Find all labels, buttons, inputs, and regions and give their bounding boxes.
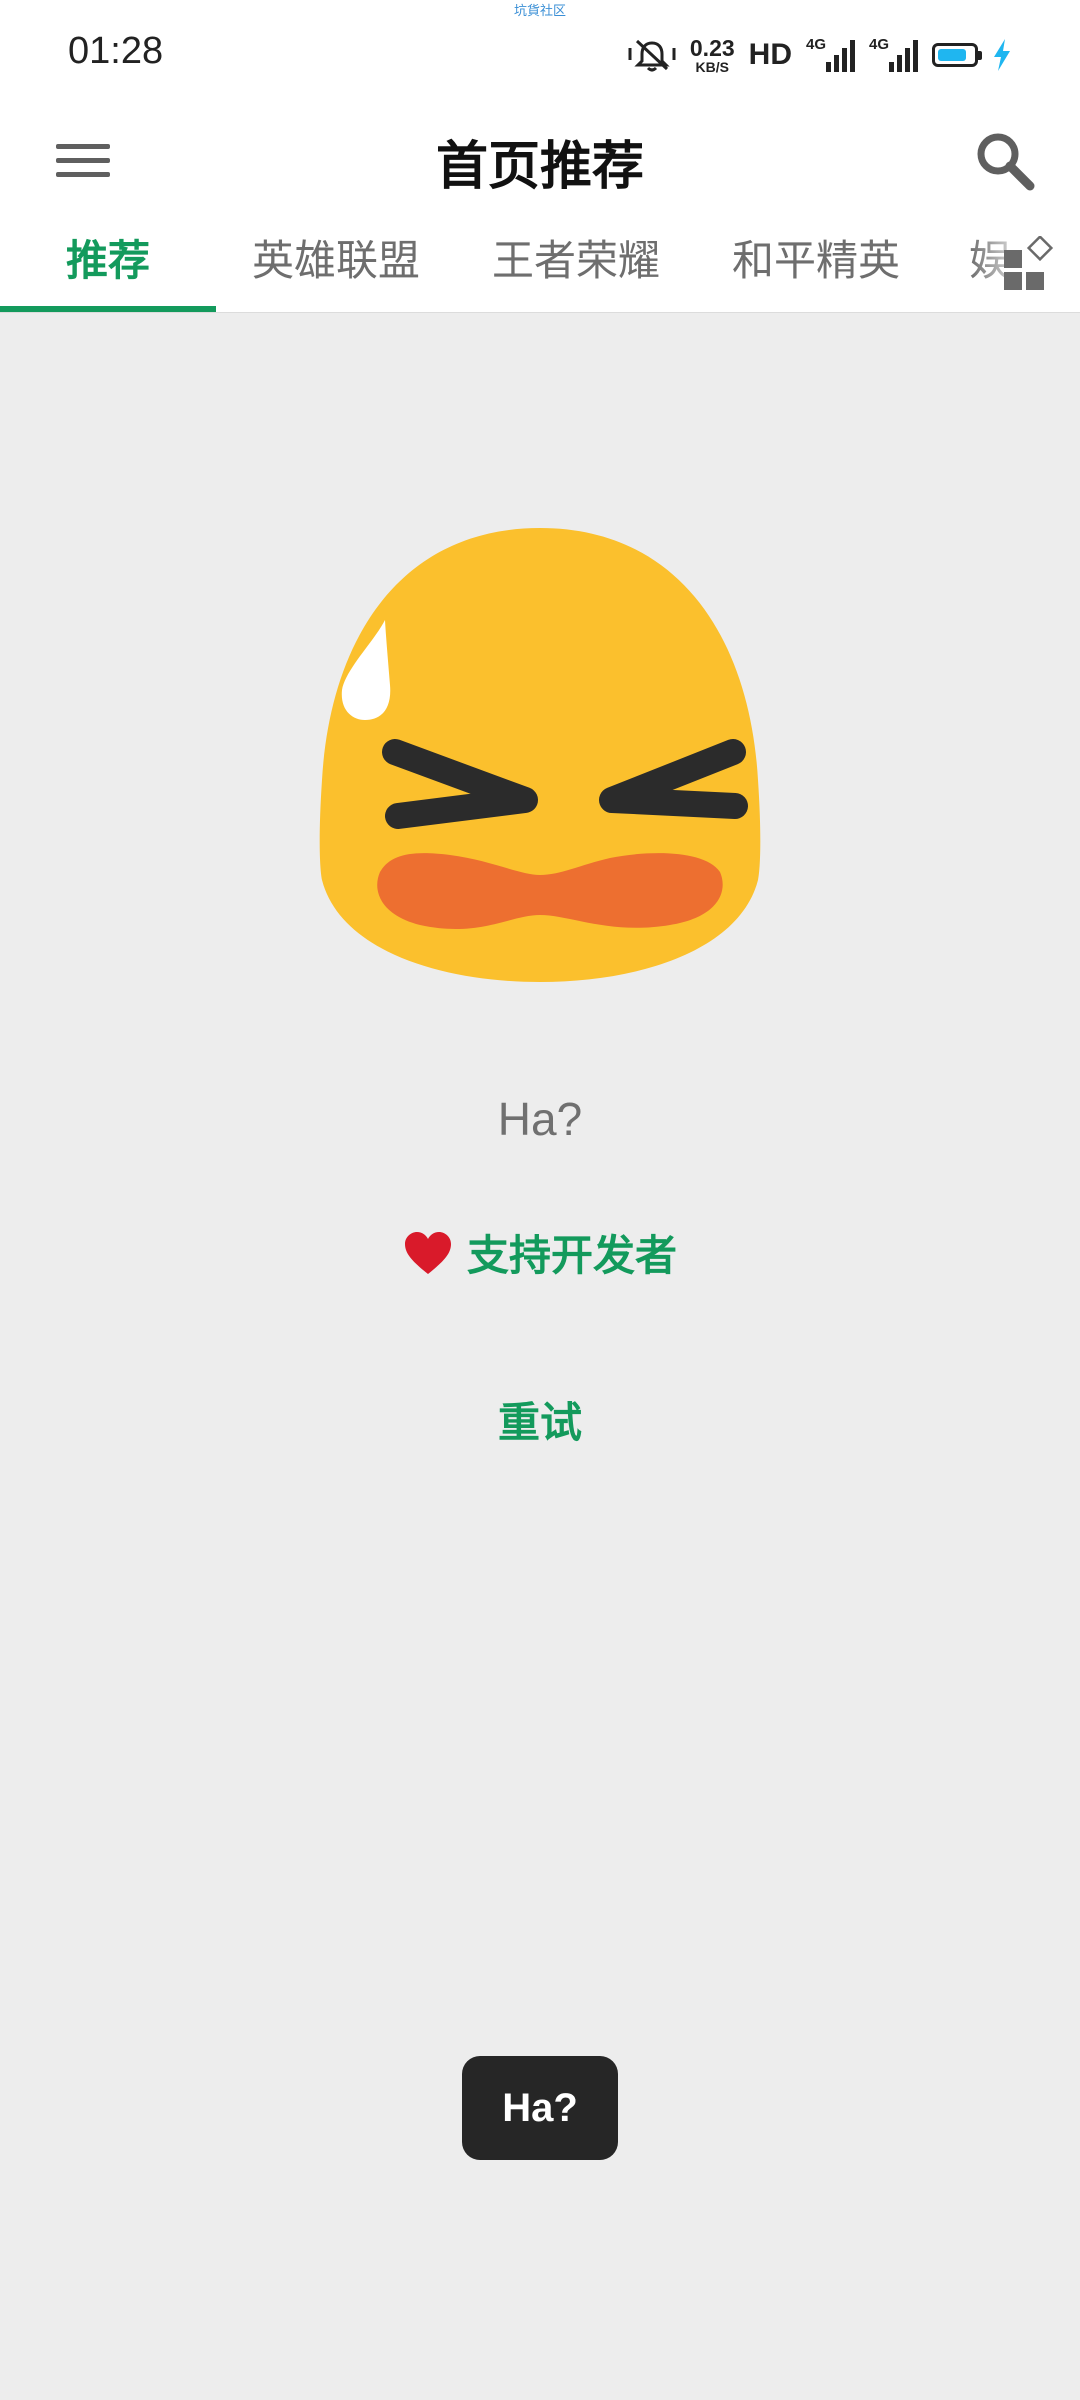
status-bar: 坑貨社区 01:28 0.23 KB/S HD 4G 4G xyxy=(0,0,1080,110)
category-tab-bar: 推荐 英雄联盟 王者荣耀 和平精英 娱 xyxy=(0,210,1080,313)
tab-recommend[interactable]: 推荐 xyxy=(0,210,216,312)
page-title: 首页推荐 xyxy=(435,137,644,197)
battery-icon xyxy=(932,43,982,67)
heart-icon xyxy=(404,1231,451,1274)
tab-league-of-legends[interactable]: 英雄联盟 xyxy=(236,210,436,312)
network-type-2: 4G xyxy=(869,36,890,53)
network-type-1: 4G xyxy=(806,36,827,53)
hd-label: HD xyxy=(748,38,792,71)
signal-icon-1: 4G xyxy=(806,36,855,72)
network-speed: 0.23 KB/S xyxy=(689,34,735,75)
retry-button[interactable]: 重试 xyxy=(440,1388,640,1458)
tab-honor-of-kings[interactable]: 王者荣耀 xyxy=(476,210,676,312)
support-developer-link[interactable]: 支持开发者 xyxy=(0,1222,1080,1283)
tab-peacekeeper-elite[interactable]: 和平精英 xyxy=(716,210,916,312)
grid-category-icon[interactable] xyxy=(1002,236,1058,292)
network-speed-value: 0.23 xyxy=(689,34,735,61)
active-tab-indicator xyxy=(0,306,216,312)
charging-icon xyxy=(994,39,1010,71)
signal-icon-2: 4G xyxy=(869,36,918,72)
error-message: Ha? xyxy=(497,1093,583,1145)
status-time: 01:28 xyxy=(68,30,164,72)
network-speed-unit: KB/S xyxy=(695,58,729,75)
search-icon[interactable] xyxy=(970,126,1040,196)
app-bar: 首页推荐 xyxy=(0,110,1080,210)
sweating-squint-face-emoji xyxy=(319,528,761,982)
status-top-label: 坑貨社区 xyxy=(513,4,566,19)
support-developer-label: 支持开发者 xyxy=(466,1231,677,1280)
mute-vibrate-icon xyxy=(628,39,676,72)
status-icons: 0.23 KB/S HD 4G 4G xyxy=(628,30,1012,80)
toast-message: Ha? xyxy=(462,2056,618,2160)
